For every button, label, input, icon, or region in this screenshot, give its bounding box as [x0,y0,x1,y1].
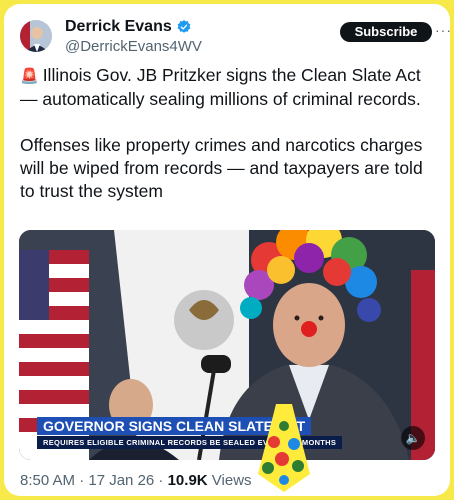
view-count: 10.9K [167,472,208,489]
tweet-paragraph-2: Offenses like property crimes and narcot… [20,135,423,201]
tweet-paragraph-1: 🚨 Illinois Gov. JB Pritzker signs the Cle… [20,65,421,109]
author-name-row[interactable]: Derrick Evans [65,18,192,36]
subscribe-button[interactable]: Subscribe [340,22,432,42]
views-label: Views [211,472,252,489]
clown-tie-icon [258,404,310,492]
tweet-meta: 8:50 AM · 17 Jan 26 · 10.9K Views [20,472,252,489]
timestamp[interactable]: 8:50 AM · 17 Jan 26 · [20,472,168,489]
tweet-text: 🚨 Illinois Gov. JB Pritzker signs the Cle… [20,64,436,203]
author-name[interactable]: Derrick Evans [65,18,172,36]
author-handle[interactable]: @DerrickEvans4WV [65,38,202,55]
siren-icon: 🚨 [20,68,39,85]
avatar[interactable] [20,20,52,52]
clown-nose [301,321,317,337]
tweet-video[interactable]: GOVERNOR SIGNS CLEAN SLATE ACT REQUIRES … [19,230,435,460]
more-icon[interactable]: ··· [435,22,450,38]
tweet-card: Derrick Evans @DerrickEvans4WV Subscribe… [4,4,450,496]
mute-icon[interactable]: 🔈 [401,426,425,450]
verified-badge-icon [177,20,191,33]
